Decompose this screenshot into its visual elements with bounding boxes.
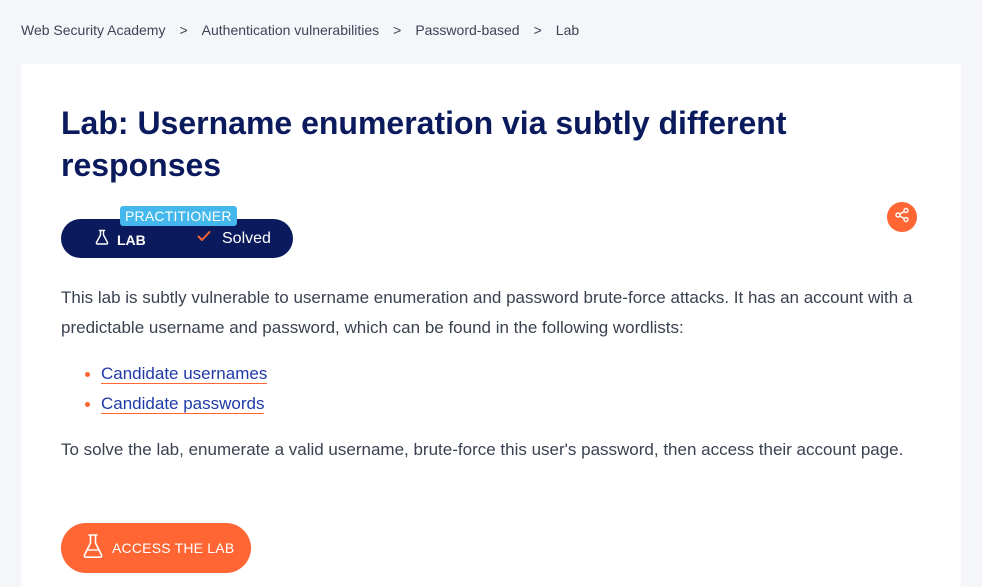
lab-card: Lab: Username enumeration via subtly dif… (21, 64, 961, 587)
lab-description: This lab is subtly vulnerable to usernam… (61, 288, 913, 337)
list-item: Candidate passwords (85, 389, 267, 419)
breadcrumb-separator: > (533, 22, 542, 38)
share-icon (894, 207, 910, 228)
share-button[interactable] (887, 202, 917, 232)
breadcrumb-separator: > (179, 22, 188, 38)
breadcrumb-lab[interactable]: Lab (556, 22, 579, 38)
candidate-passwords-link[interactable]: Candidate passwords (101, 394, 265, 414)
flask-icon (94, 229, 110, 250)
bullet (85, 372, 90, 377)
page-title: Lab: Username enumeration via subtly dif… (61, 105, 787, 183)
list-item: Candidate usernames (85, 359, 268, 389)
lab-instructions: To solve the lab, enumerate a valid user… (61, 440, 904, 459)
breadcrumb-web-security-academy[interactable]: Web Security Academy (21, 22, 165, 38)
check-icon (196, 228, 212, 249)
access-lab-label: ACCESS THE LAB (112, 540, 235, 556)
status-label: Solved (222, 229, 271, 247)
level-badge: PRACTITIONER (120, 206, 237, 226)
flask-icon (82, 533, 104, 564)
candidate-usernames-link[interactable]: Candidate usernames (101, 364, 268, 384)
bullet (85, 402, 90, 407)
breadcrumb-authentication-vulnerabilities[interactable]: Authentication vulnerabilities (202, 22, 379, 38)
breadcrumb: Web Security Academy > Authentication vu… (21, 22, 579, 38)
breadcrumb-password-based[interactable]: Password-based (415, 22, 519, 38)
lab-type: LAB (94, 229, 146, 250)
lab-solved-status: Solved (196, 228, 271, 249)
wordlist-links: Candidate usernames Candidate passwords (85, 359, 268, 419)
lab-type-label: LAB (117, 231, 146, 248)
breadcrumb-separator: > (393, 22, 402, 38)
access-lab-button[interactable]: ACCESS THE LAB (61, 523, 251, 573)
